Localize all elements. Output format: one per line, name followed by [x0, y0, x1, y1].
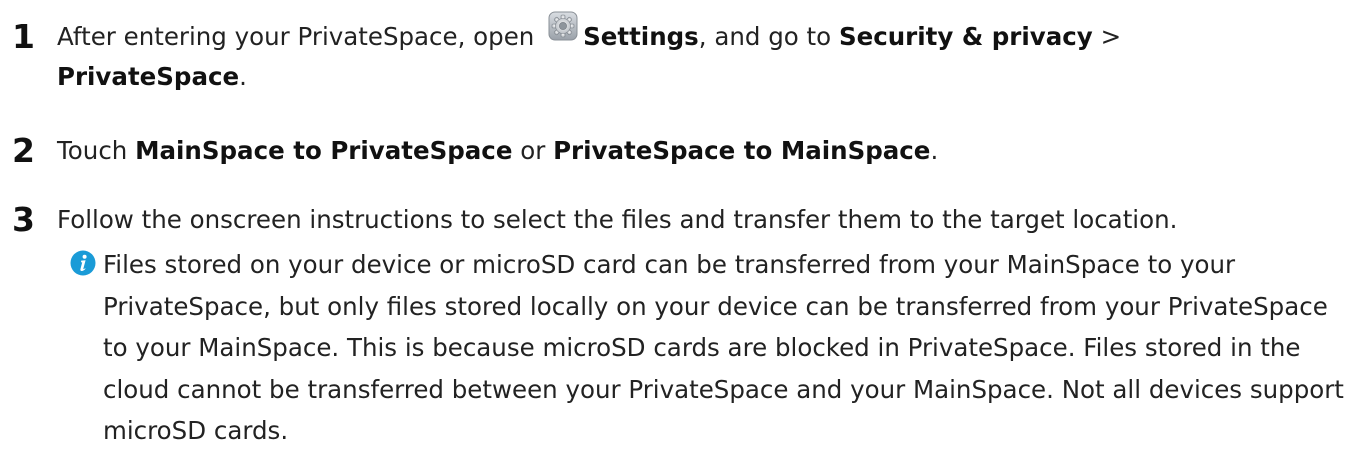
step-1-text-end: .: [239, 62, 247, 91]
breadcrumb-separator: >: [1092, 22, 1122, 51]
step-text: Touch MainSpace to PrivateSpace or Priva…: [57, 131, 1337, 171]
step-text: Follow the onscreen instructions to sele…: [57, 205, 1178, 234]
step-number: 2: [12, 131, 35, 170]
note-text: Files stored on your device or microSD c…: [103, 250, 1344, 445]
step-2-text-or: or: [512, 136, 554, 165]
step-number: 3: [12, 200, 35, 239]
step-1-text-start: After entering your PrivateSpace, open: [57, 22, 543, 51]
settings-label: Settings: [583, 22, 699, 51]
step-2-text-end: .: [930, 136, 939, 165]
privatespace-label: PrivateSpace: [57, 62, 240, 91]
mainspace-to-privatespace-label: MainSpace to PrivateSpace: [135, 136, 513, 165]
step-1-text-mid: , and go to: [698, 22, 839, 51]
step-2-text-start: Touch: [57, 136, 136, 165]
step-number: 1: [12, 17, 35, 56]
security-privacy-label: Security & privacy: [838, 22, 1093, 51]
step-text: After entering your PrivateSpace, open S…: [57, 11, 1337, 97]
settings-gear-icon: [548, 11, 578, 41]
info-icon: [70, 250, 96, 276]
privatespace-to-mainspace-label: PrivateSpace to MainSpace: [553, 136, 931, 165]
